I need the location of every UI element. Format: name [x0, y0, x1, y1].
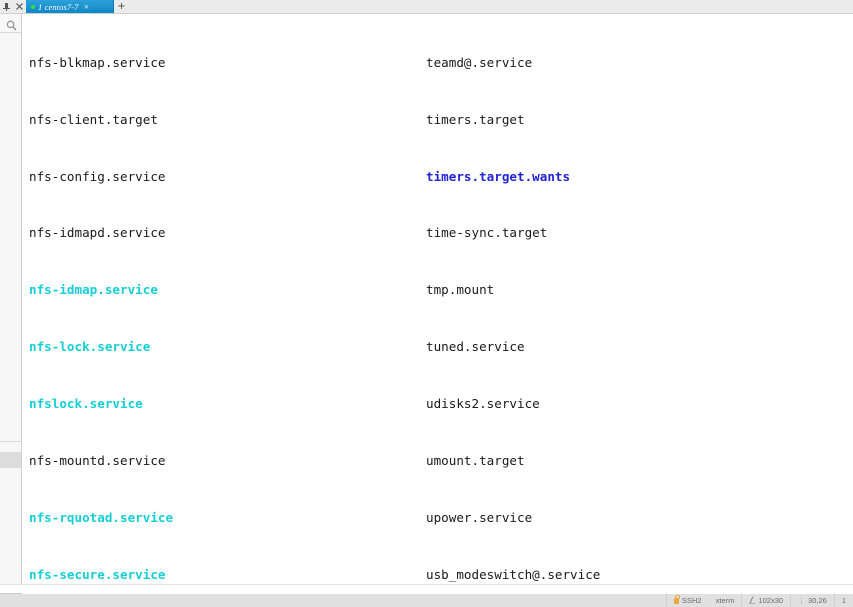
- terminal-line: usb_modeswitch@.service: [426, 566, 638, 585]
- ls-entry: umount.target: [426, 452, 525, 468]
- status-cursor-position[interactable]: ⋮ 30,26: [791, 594, 834, 607]
- cursor-pos-icon: ⋮: [798, 596, 806, 605]
- terminal-line: timers.target: [426, 111, 638, 130]
- tab-connected-dot: [31, 4, 35, 9]
- status-protocol[interactable]: SSH2: [667, 594, 709, 607]
- ls-entry: nfs-idmap.service: [29, 282, 158, 298]
- ls-entry: nfs-secure.service: [29, 566, 166, 582]
- status-trailing-label: 1: [841, 596, 846, 605]
- ls-entry: nfs-idmapd.service: [29, 225, 166, 241]
- rail-divider-top: [0, 32, 21, 33]
- status-emulation-label: xterm: [715, 596, 735, 605]
- terminal-line: teamd@.service: [426, 54, 638, 73]
- ls-entry: timers.target: [426, 111, 525, 127]
- status-cursor-position-label: 30,26: [808, 596, 827, 605]
- securecrt-window: 1 centos7-7 × + nfs-blkmap.service nfs-c…: [0, 0, 853, 607]
- status-bar: SSH2 xterm ⎳ 102x30 ⋮ 30,26 1: [0, 593, 853, 607]
- status-emulation[interactable]: xterm: [709, 594, 742, 607]
- terminal-line: tuned.service: [426, 338, 638, 357]
- new-tab-button[interactable]: +: [114, 0, 129, 13]
- lock-icon: [673, 594, 680, 604]
- status-screen-size-label: 102x30: [758, 596, 784, 605]
- rail-selection-block[interactable]: [0, 452, 21, 467]
- ls-entry: upower.service: [426, 509, 533, 525]
- tab-bar: 1 centos7-7 × +: [0, 0, 853, 14]
- ls-entry: nfs-rquotad.service: [29, 509, 174, 525]
- terminal-line: timers.target.wants: [426, 168, 638, 187]
- tab-label: 1 centos7-7: [38, 1, 79, 12]
- ls-entry: nfs-config.service: [29, 168, 166, 184]
- terminal-line: umount.target: [426, 452, 638, 471]
- horizontal-scroll-strip: [0, 584, 853, 594]
- tab-centos7-7[interactable]: 1 centos7-7 ×: [26, 0, 114, 13]
- ls-entry: nfs-lock.service: [29, 339, 151, 355]
- terminal-line: time-sync.target: [426, 224, 638, 243]
- status-screen-size[interactable]: ⎳ 102x30: [742, 594, 790, 607]
- horizontal-scrollbar[interactable]: [22, 584, 853, 594]
- status-trailing[interactable]: 1: [835, 594, 853, 607]
- terminal-line: udisks2.service: [426, 395, 638, 414]
- ls-entry: tmp.mount: [426, 282, 495, 298]
- screen-size-icon: ⎳: [749, 596, 756, 604]
- status-bar-spacer: [0, 594, 666, 607]
- tab-close-icon[interactable]: ×: [84, 3, 90, 11]
- magnifier-icon[interactable]: [4, 18, 18, 32]
- rail-divider-bottom: [0, 467, 21, 468]
- session-manager-rail[interactable]: [0, 14, 22, 584]
- pin-icon[interactable]: [0, 0, 13, 13]
- ls-entry: usb_modeswitch@.service: [426, 566, 601, 582]
- ls-entry: timers.target.wants: [426, 168, 571, 184]
- main-area: nfs-blkmap.service nfs-client.target nfs…: [0, 14, 853, 584]
- rail-divider-mid: [0, 441, 21, 442]
- ls-entry: teamd@.service: [426, 54, 533, 70]
- ls-entry: tuned.service: [426, 339, 525, 355]
- ls-entry: nfs-blkmap.service: [29, 54, 166, 70]
- status-protocol-label: SSH2: [681, 596, 702, 605]
- ls-entry: nfslock.service: [29, 395, 143, 411]
- terminal-screen[interactable]: nfs-blkmap.service nfs-client.target nfs…: [22, 14, 853, 584]
- ls-entry: udisks2.service: [426, 395, 540, 411]
- ls-entry: time-sync.target: [426, 225, 548, 241]
- terminal-line: upower.service: [426, 509, 638, 528]
- ls-entry: nfs-client.target: [29, 111, 158, 127]
- terminal-right-column: teamd@.service timers.target timers.targ…: [426, 16, 638, 584]
- close-icon[interactable]: [13, 0, 26, 13]
- terminal-line: tmp.mount: [426, 281, 638, 300]
- ls-entry: nfs-mountd.service: [29, 452, 166, 468]
- tab-bar-empty-area: [129, 0, 853, 13]
